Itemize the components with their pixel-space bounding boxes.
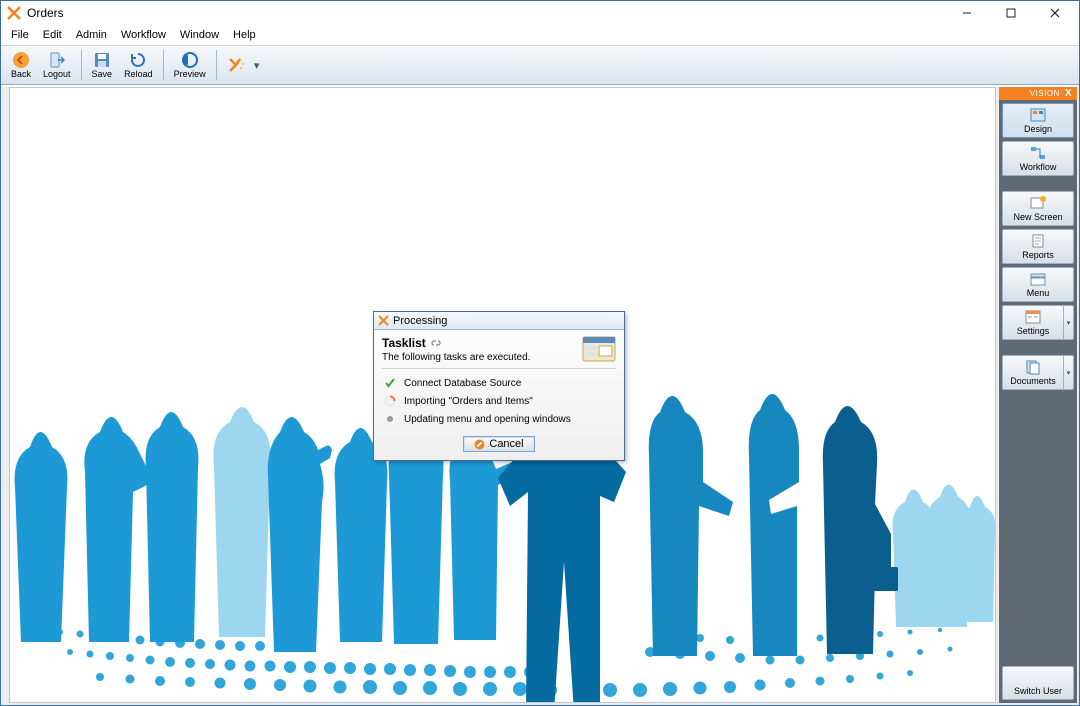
vision-x-icon: X xyxy=(1063,88,1074,99)
design-button[interactable]: Design xyxy=(1002,103,1074,138)
cancel-label: Cancel xyxy=(489,438,523,450)
reports-label: Reports xyxy=(1022,250,1054,260)
logout-icon xyxy=(48,51,66,69)
task-row: Connect Database Source xyxy=(382,374,616,392)
settings-label: Settings xyxy=(1017,326,1050,336)
menu-file[interactable]: File xyxy=(5,28,35,42)
toolbar-separator xyxy=(163,50,164,80)
maximize-button[interactable] xyxy=(989,2,1033,24)
extras-dropdown[interactable]: ▾ xyxy=(253,47,261,83)
menu-label: Menu xyxy=(1027,288,1050,298)
close-button[interactable] xyxy=(1033,2,1077,24)
reports-button[interactable]: Reports xyxy=(1002,229,1074,264)
menu-window[interactable]: Window xyxy=(174,28,225,42)
reports-icon xyxy=(1029,233,1047,249)
settings-icon xyxy=(1024,309,1042,325)
design-icon xyxy=(1029,107,1047,123)
task-label: Updating menu and opening windows xyxy=(404,414,571,425)
switch-user-label: Switch User xyxy=(1014,686,1062,696)
toolbar-separator xyxy=(216,50,217,80)
dialog-title: Processing xyxy=(393,315,447,327)
dialog-heading: Tasklist xyxy=(382,336,426,350)
task-row: Importing "Orders and Items" xyxy=(382,392,616,410)
settings-dropdown[interactable]: ▾ xyxy=(1064,305,1074,340)
processing-dialog: Processing Tasklist The following tasks … xyxy=(373,311,625,461)
dialog-titlebar[interactable]: Processing xyxy=(374,312,624,330)
save-icon xyxy=(93,51,111,69)
vision-label: VISION xyxy=(1030,89,1060,98)
window-preview-icon xyxy=(582,336,616,362)
cancel-button[interactable]: Cancel xyxy=(463,436,534,452)
settings-button[interactable]: Settings xyxy=(1002,305,1064,340)
documents-dropdown[interactable]: ▾ xyxy=(1064,355,1074,390)
documents-label: Documents xyxy=(1010,376,1056,386)
preview-icon xyxy=(181,51,199,69)
save-label: Save xyxy=(92,69,113,79)
preview-label: Preview xyxy=(174,69,206,79)
preview-button[interactable]: Preview xyxy=(169,49,211,81)
pending-icon xyxy=(384,413,396,425)
task-label: Importing "Orders and Items" xyxy=(404,396,533,407)
menu-help[interactable]: Help xyxy=(227,28,262,42)
new-screen-label: New Screen xyxy=(1013,212,1062,222)
app-logo-icon xyxy=(7,6,21,20)
workflow-button[interactable]: Workflow xyxy=(1002,141,1074,176)
toolbar: Back Logout Save Reload Preview ▾ xyxy=(1,45,1079,85)
workflow-label: Workflow xyxy=(1020,162,1057,172)
menubar: File Edit Admin Workflow Window Help xyxy=(1,25,1079,45)
dialog-subtitle: The following tasks are executed. xyxy=(382,352,582,363)
back-label: Back xyxy=(11,69,31,79)
side-panel: VISION X Design Workflow New Screen Repo… xyxy=(999,87,1077,703)
titlebar: Orders xyxy=(1,1,1079,25)
reload-icon xyxy=(129,51,147,69)
new-screen-icon xyxy=(1029,195,1047,211)
save-button[interactable]: Save xyxy=(87,49,118,81)
check-icon xyxy=(384,377,396,389)
task-row: Updating menu and opening windows xyxy=(382,410,616,428)
back-button[interactable]: Back xyxy=(6,49,36,81)
cancel-icon xyxy=(474,439,485,450)
spinner-icon xyxy=(384,395,396,407)
x-sparkle-icon xyxy=(228,56,246,74)
documents-icon xyxy=(1024,359,1042,375)
logout-label: Logout xyxy=(43,69,71,79)
menu-workflow[interactable]: Workflow xyxy=(115,28,172,42)
documents-button[interactable]: Documents xyxy=(1002,355,1064,390)
design-label: Design xyxy=(1024,124,1052,134)
new-screen-button[interactable]: New Screen xyxy=(1002,191,1074,226)
reload-button[interactable]: Reload xyxy=(119,49,158,81)
task-label: Connect Database Source xyxy=(404,378,521,389)
back-icon xyxy=(12,51,30,69)
menu-edit[interactable]: Edit xyxy=(37,28,68,42)
toolbar-separator xyxy=(81,50,82,80)
menu-button[interactable]: Menu xyxy=(1002,267,1074,302)
minimize-button[interactable] xyxy=(945,2,989,24)
extras-button[interactable] xyxy=(222,54,252,76)
logout-button[interactable]: Logout xyxy=(38,49,76,81)
link-icon xyxy=(430,337,442,349)
reload-label: Reload xyxy=(124,69,153,79)
switch-user-button[interactable]: Switch User xyxy=(1002,666,1074,700)
vision-tab[interactable]: VISION X xyxy=(999,87,1077,100)
menu-admin[interactable]: Admin xyxy=(70,28,113,42)
window-title: Orders xyxy=(27,6,945,20)
menu-icon xyxy=(1029,271,1047,287)
workflow-icon xyxy=(1029,145,1047,161)
dialog-logo-icon xyxy=(378,315,389,326)
